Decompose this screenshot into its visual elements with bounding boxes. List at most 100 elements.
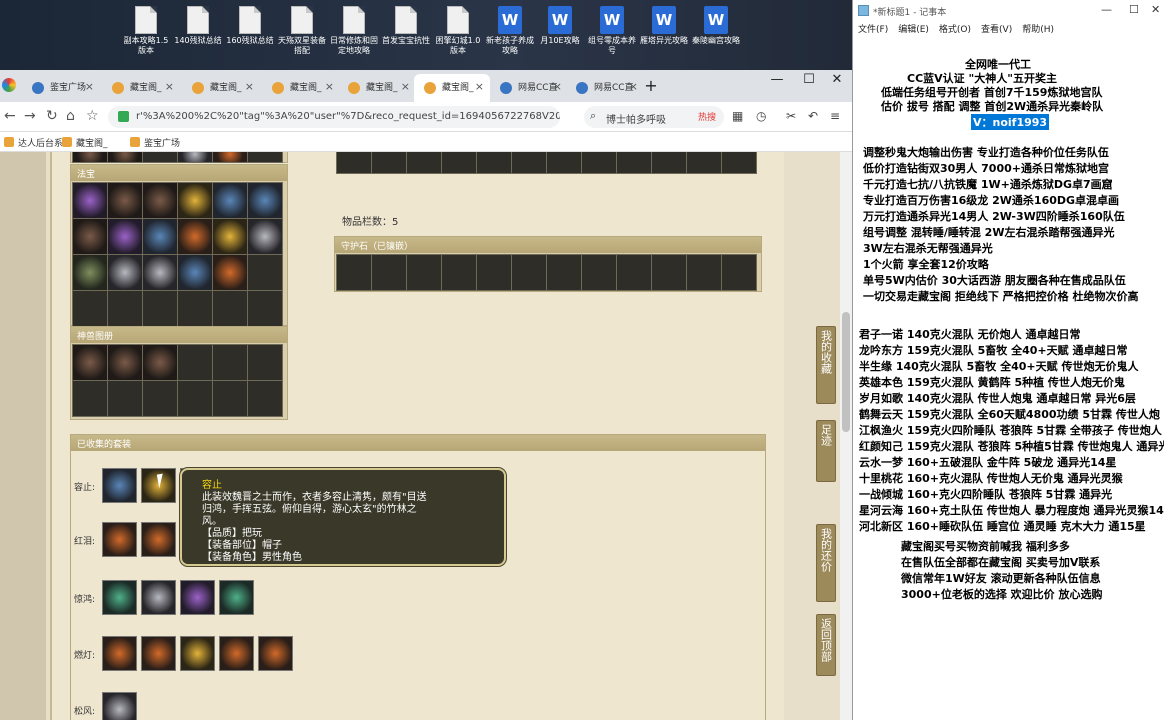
- tab-close-icon[interactable]: ×: [245, 80, 254, 93]
- tab-4[interactable]: 藏宝阁_ ×: [262, 74, 340, 102]
- item-slot-filled[interactable]: [108, 152, 142, 162]
- item-slot-filled[interactable]: [108, 183, 142, 218]
- back-icon[interactable]: ←: [4, 108, 16, 124]
- notepad-menu-item[interactable]: 查看(V): [981, 25, 1012, 35]
- item-slot-filled[interactable]: [178, 183, 212, 218]
- item-slot-filled[interactable]: [143, 183, 177, 218]
- desktop-icon[interactable]: W 组号零成本养号: [586, 6, 638, 56]
- notepad-close-icon[interactable]: ✕: [1151, 3, 1160, 16]
- forward-icon[interactable]: →: [24, 108, 36, 124]
- item-slot-filled[interactable]: [178, 152, 212, 162]
- suit-item-slot[interactable]: [219, 636, 254, 671]
- notepad-menu-item[interactable]: 文件(F): [858, 25, 888, 35]
- cut-icon[interactable]: ✂: [786, 109, 796, 123]
- scrollbar-thumb[interactable]: [842, 312, 850, 432]
- side-nav-button[interactable]: 返回顶部: [816, 614, 836, 676]
- desktop-icon[interactable]: 日常修炼和固定地攻略: [328, 6, 380, 56]
- search-box[interactable]: ⌕ 博士帕多呼吸 热搜: [584, 106, 724, 128]
- side-nav-button[interactable]: 我的收藏: [816, 326, 836, 404]
- item-slot-filled[interactable]: [248, 183, 282, 218]
- bookmark-item[interactable]: 达人后台系: [4, 136, 63, 149]
- history-icon[interactable]: ◷: [756, 109, 766, 123]
- item-slot-filled[interactable]: [108, 345, 142, 380]
- item-slot-filled[interactable]: [143, 345, 177, 380]
- suit-item-slot[interactable]: [180, 636, 215, 671]
- notepad-menu-item[interactable]: 编辑(E): [898, 25, 929, 35]
- item-slot-filled[interactable]: [178, 255, 212, 290]
- menu-icon[interactable]: ≡: [830, 109, 840, 123]
- tab-5[interactable]: 藏宝阁_ ×: [338, 74, 416, 102]
- tab-7[interactable]: 网易CC直 ×: [490, 74, 568, 102]
- tab-close-icon[interactable]: ×: [165, 80, 174, 93]
- desktop-icon[interactable]: 140残狱总结: [172, 6, 224, 46]
- suit-item-slot[interactable]: [180, 580, 215, 615]
- tab-close-icon[interactable]: ×: [325, 80, 334, 93]
- suit-item-slot[interactable]: [102, 468, 137, 503]
- notepad-menu-item[interactable]: 格式(O): [939, 25, 971, 35]
- suit-item-slot[interactable]: [102, 522, 137, 557]
- item-slot-filled[interactable]: [213, 183, 247, 218]
- side-nav-button[interactable]: 足迹: [816, 420, 836, 482]
- close-icon[interactable]: ✕: [822, 72, 852, 87]
- item-slot-filled[interactable]: [213, 255, 247, 290]
- desktop-icon[interactable]: 困擎幻城1.0版本: [432, 6, 484, 56]
- item-slot-filled[interactable]: [73, 152, 107, 162]
- bookmark-item[interactable]: 藏宝阁_: [62, 136, 108, 149]
- desktop-icon[interactable]: 首发宝宝抗性: [380, 6, 432, 46]
- desktop-icon[interactable]: 天殇双星装备搭配: [276, 6, 328, 56]
- item-slot-filled[interactable]: [143, 255, 177, 290]
- page-scrollbar[interactable]: [840, 152, 852, 720]
- suit-item-slot[interactable]: [102, 692, 137, 720]
- item-slot-filled[interactable]: [73, 345, 107, 380]
- reload-icon[interactable]: ↻: [46, 108, 58, 124]
- url-input[interactable]: r'%3A%200%2C%20"tag"%3A%20"user"%7D&reco…: [108, 106, 560, 128]
- tab-3[interactable]: 藏宝阁_ ×: [182, 74, 260, 102]
- tab-8[interactable]: 网易CC直 ×: [566, 74, 644, 102]
- extension-icon[interactable]: ▦: [732, 109, 743, 123]
- tab-close-icon[interactable]: ×: [553, 80, 562, 93]
- notepad-text-area[interactable]: 全网唯一代工 CC蓝V认证 "大神人"五开奖主 低端任务组号开创者 首创7千159炼…: [853, 46, 1164, 720]
- undo-icon[interactable]: ↶: [808, 109, 818, 123]
- desktop-icon[interactable]: 副本攻略1.5版本: [120, 6, 172, 56]
- home-icon[interactable]: ⌂: [66, 108, 75, 124]
- item-slot-filled[interactable]: [213, 152, 247, 162]
- word-doc-icon: W: [652, 6, 676, 34]
- tab-close-icon[interactable]: ×: [85, 80, 94, 93]
- item-slot-filled[interactable]: [108, 219, 142, 254]
- suit-item-slot[interactable]: [258, 636, 293, 671]
- bookmark-item[interactable]: 鉴宝广场: [130, 136, 180, 149]
- tab-close-icon[interactable]: ×: [475, 80, 484, 93]
- tab-1[interactable]: 鉴宝广场 ×: [22, 74, 100, 102]
- fabao-grid: [72, 182, 283, 327]
- minimize-icon[interactable]: —: [762, 72, 792, 87]
- suit-item-slot[interactable]: [141, 636, 176, 671]
- item-slot-filled[interactable]: [73, 255, 107, 290]
- desktop-icon[interactable]: W 月10E攻略: [534, 6, 586, 46]
- suit-item-slot[interactable]: [141, 522, 176, 557]
- item-slot-filled[interactable]: [108, 255, 142, 290]
- suit-item-slot[interactable]: [219, 580, 254, 615]
- tab-close-icon[interactable]: ×: [629, 80, 638, 93]
- notepad-maximize-icon[interactable]: ☐: [1129, 3, 1139, 16]
- suit-item-slot[interactable]: [141, 580, 176, 615]
- side-nav-button[interactable]: 我的还价: [816, 524, 836, 602]
- suit-item-slot[interactable]: [102, 580, 137, 615]
- item-slot-filled[interactable]: [73, 219, 107, 254]
- item-slot-filled[interactable]: [213, 219, 247, 254]
- desktop-icon[interactable]: W 秦陵幽宫攻略: [690, 6, 742, 46]
- desktop-icon[interactable]: W 新老孩子养成攻略: [484, 6, 536, 56]
- item-slot-filled[interactable]: [248, 219, 282, 254]
- tab-2[interactable]: 藏宝阁_ ×: [102, 74, 180, 102]
- tab-6[interactable]: 藏宝阁_ ×: [414, 74, 490, 102]
- desktop-icon[interactable]: W 雁塔异光攻略: [638, 6, 690, 46]
- item-slot-filled[interactable]: [73, 183, 107, 218]
- tab-close-icon[interactable]: ×: [401, 80, 410, 93]
- suit-item-slot[interactable]: [102, 636, 137, 671]
- notepad-menu-item[interactable]: 帮助(H): [1022, 25, 1054, 35]
- maximize-icon[interactable]: ☐: [794, 72, 824, 87]
- notepad-minimize-icon[interactable]: —: [1101, 3, 1112, 16]
- desktop-icon[interactable]: 160残狱总结: [224, 6, 276, 46]
- star-icon[interactable]: ☆: [86, 108, 99, 124]
- item-slot-filled[interactable]: [143, 219, 177, 254]
- item-slot-filled[interactable]: [178, 219, 212, 254]
